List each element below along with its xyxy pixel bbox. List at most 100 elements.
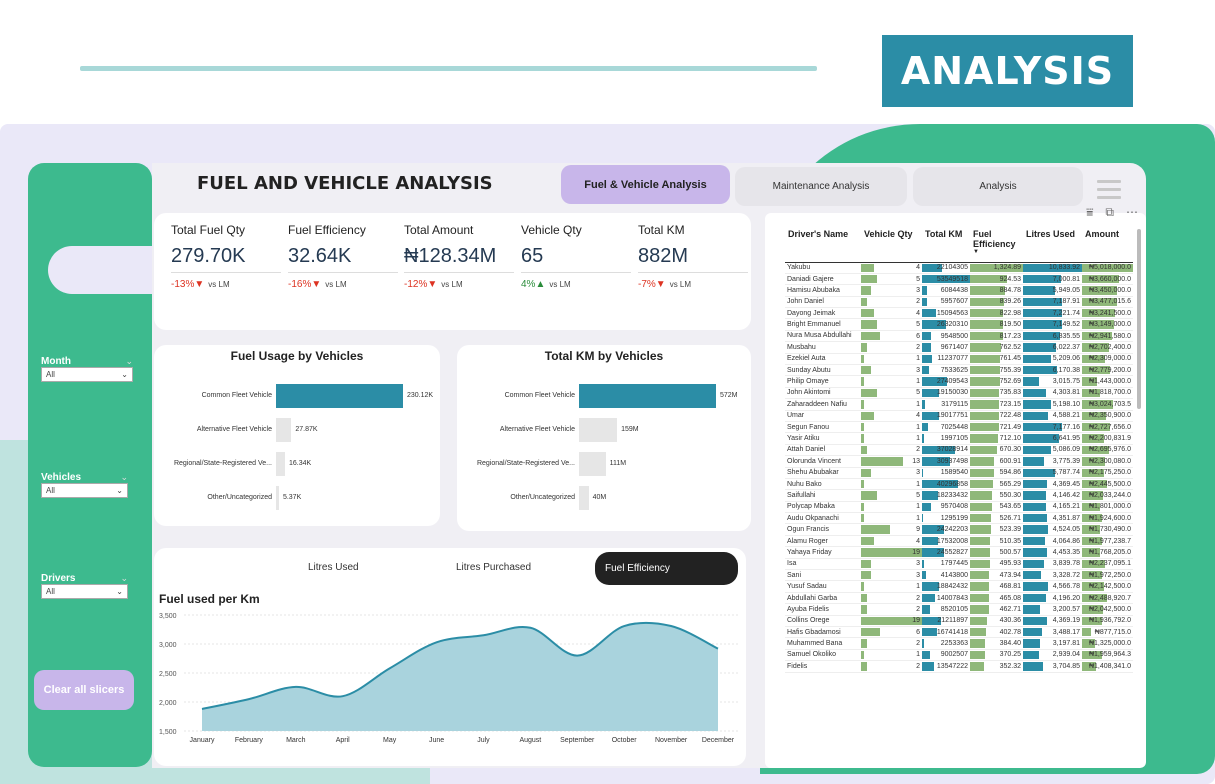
bar[interactable]: [276, 384, 403, 408]
table-row[interactable]: Muhammed Bana 2 2253363 384.40 3,197.81 ₦1,32…: [785, 637, 1133, 650]
menu-icon[interactable]: [1097, 180, 1121, 204]
bar[interactable]: [579, 418, 618, 442]
cell-value: 565.29: [999, 480, 1021, 488]
cell-value: 4,196.20: [1052, 594, 1080, 602]
table-cell: 3,197.81: [1023, 637, 1082, 650]
table-cell: Alamu Roger: [785, 535, 861, 548]
table-row[interactable]: Segun Fanou 1 7025448 721.49 7,177.16 ₦2,727,…: [785, 421, 1133, 434]
column-header[interactable]: Amount: [1082, 227, 1133, 263]
bar[interactable]: [276, 452, 286, 476]
table-row[interactable]: Isa 3 1797445 495.93 3,839.78 ₦2,237,095.1: [785, 558, 1133, 571]
column-header[interactable]: Fuel Efficiency ▼: [970, 227, 1023, 263]
table-cell: Musbahu: [785, 341, 861, 354]
table-cell: 1295199: [922, 512, 970, 525]
table-cell: 4: [861, 535, 922, 548]
bar[interactable]: [579, 452, 606, 476]
column-header[interactable]: Driver's Name: [785, 227, 861, 263]
table-cell: ₦3,477,015.6: [1082, 296, 1133, 309]
table-row[interactable]: Hafis Gbadamosi 6 16741418 402.78 3,488.17 ₦8…: [785, 626, 1133, 639]
cell-value: 11237077: [937, 355, 968, 363]
cell-value: ₦2,941,580.0: [1088, 332, 1131, 340]
table-cell: ₦2,779,200.0: [1082, 364, 1133, 377]
drivers-dropdown[interactable]: All ⌄: [41, 584, 128, 599]
table-cell: ₦1,443,000.0: [1082, 375, 1133, 388]
cell-value: 3,488.17: [1052, 628, 1080, 636]
table-row[interactable]: Daniadi Gajere 5 53549518 924.53 7,000.81 ₦3,…: [785, 273, 1133, 286]
table-cell: 27409543: [922, 375, 970, 388]
more-icon[interactable]: ⋯: [1126, 205, 1138, 220]
table-row[interactable]: Yakubu 4 22104305 1,324.89 10,833.92 ₦5,018,0…: [785, 262, 1133, 274]
table-row[interactable]: Attah Daniel 2 37028914 670.30 5,086.09 ₦2,69…: [785, 444, 1133, 457]
cell-value: ₦1,959,964.3: [1088, 651, 1131, 659]
table-row[interactable]: Fidelis 2 13547222 352.32 3,704.85 ₦1,408,341…: [785, 660, 1133, 673]
table-row[interactable]: Sani 3 4143800 473.94 3,328.72 ₦1,972,250.0: [785, 569, 1133, 582]
table-row[interactable]: Ayuba Fidelis 2 8520105 462.71 3,200.57 ₦2,04…: [785, 603, 1133, 616]
column-header[interactable]: Litres Used: [1023, 227, 1082, 263]
column-header[interactable]: Vehicle Qty: [861, 227, 922, 263]
table-row[interactable]: Collins Orege 19 21211897 430.36 4,369.19 ₦1,…: [785, 615, 1133, 628]
table-cell: 468.81: [970, 580, 1023, 593]
table-row[interactable]: Alamu Roger 4 17532008 510.35 4,064.86 ₦1,977…: [785, 535, 1133, 548]
table-cell: Philip Omaye: [785, 375, 861, 388]
clear-slicers-button[interactable]: Clear all slicers: [34, 670, 134, 710]
table-row[interactable]: Yusuf Sadau 1 18842432 468.81 4,566.78 ₦2,142…: [785, 580, 1133, 593]
table-row[interactable]: Ezekiel Auta 1 11237077 761.45 5,209.06 ₦2,30…: [785, 353, 1133, 366]
table-cell: 384.40: [970, 637, 1023, 650]
month-dropdown[interactable]: All ⌄: [41, 367, 133, 382]
chevron-down-icon[interactable]: ⌄: [120, 472, 128, 483]
table-row[interactable]: Philip Omaye 1 27409543 752.69 3,015.75 ₦1,44…: [785, 375, 1133, 388]
table-cell: Yusuf Sadau: [785, 580, 861, 593]
area-fill: [202, 622, 718, 731]
column-header[interactable]: Total KM: [922, 227, 970, 263]
table-row[interactable]: Nuhu Bako 1 40296858 565.29 4,369.45 ₦2,445,5…: [785, 478, 1133, 491]
table-row[interactable]: John Daniel 2 5957607 839.26 7,187.91 ₦3,477,…: [785, 296, 1133, 309]
table-row[interactable]: Hamisu Abubaka 3 6084438 884.78 5,949.05 ₦3,4…: [785, 284, 1133, 297]
table-row[interactable]: Polycap Mbaka 1 9570408 543.65 4,165.21 ₦1,80…: [785, 501, 1133, 514]
cell-value: 6,022.37: [1052, 343, 1080, 351]
bar[interactable]: [579, 384, 716, 408]
chevron-down-icon[interactable]: ⌄: [125, 356, 133, 367]
table-cell: 1,324.89: [970, 262, 1023, 274]
table-row[interactable]: Umar 4 19017751 722.48 4,588.21 ₦2,350,900.0: [785, 410, 1133, 422]
cell-value: 40296858: [936, 480, 968, 488]
table-cell: 526.71: [970, 512, 1023, 525]
table-row[interactable]: Musbahu 2 9671407 762.52 6,022.37 ₦2,702,400.…: [785, 341, 1133, 354]
cell-value: 1: [916, 435, 920, 443]
table-row[interactable]: Yahaya Friday 19 24552827 500.57 4,453.35 ₦1,…: [785, 546, 1133, 559]
vehicles-dropdown[interactable]: All ⌄: [41, 483, 128, 498]
cell-value: ₦2,042,500.0: [1088, 605, 1131, 613]
cell-value: 1797445: [940, 560, 968, 568]
table-scrollbar[interactable]: [1137, 229, 1141, 409]
cell-value: 3,775.39: [1052, 457, 1080, 465]
table-row[interactable]: Bright Emmanuel 5 26320310 819.50 7,149.52 ₦3…: [785, 318, 1133, 331]
tab-fuel-vehicle-analysis[interactable]: Fuel & Vehicle Analysis: [561, 165, 730, 204]
data-bar: [922, 514, 924, 523]
bar[interactable]: [276, 418, 292, 442]
table-row[interactable]: Samuel Okoliko 1 9002507 370.25 2,939.04 ₦1,9…: [785, 649, 1133, 662]
table-row[interactable]: Sunday Abutu 3 7533625 755.39 6,170.38 ₦2,779…: [785, 364, 1133, 377]
table-row[interactable]: Shehu Abubakar 3 1589540 594.86 5,787.74 ₦2,1…: [785, 467, 1133, 479]
table-row[interactable]: Yasir Atiku 1 1997105 712.10 6,641.95 ₦2,200,…: [785, 432, 1133, 445]
table-row[interactable]: Zaharaddeen Nafiu 1 3179115 723.15 5,198.10 ₦…: [785, 398, 1133, 411]
bar[interactable]: [579, 486, 589, 510]
bar-category-label: Alternative Fleet Vehicle: [196, 426, 272, 433]
table-row[interactable]: Olorunda Vincent 13 30937498 600.91 3,775.39…: [785, 455, 1133, 468]
expand-icon[interactable]: ⧉: [1105, 205, 1114, 220]
tab-maintenance-analysis[interactable]: Maintenance Analysis: [735, 167, 907, 206]
table-cell: 18233432: [922, 489, 970, 502]
table-row[interactable]: Audu Okpanachi 1 1295199 526.71 4,351.87 ₦1,9…: [785, 512, 1133, 525]
tab-analysis[interactable]: Analysis: [913, 167, 1083, 206]
cell-value: 22104305: [936, 264, 968, 272]
table-row[interactable]: Dayong Jeimak 4 15094563 822.98 7,221.74 ₦3,2…: [785, 307, 1133, 320]
bar[interactable]: [276, 486, 279, 510]
table-row[interactable]: Ogun Francis 9 24242203 523.39 4,524.05 ₦1,73…: [785, 523, 1133, 536]
table-cell: 3: [861, 467, 922, 479]
table-row[interactable]: Saifullahi 5 18233432 550.30 4,146.42 ₦2,033,…: [785, 489, 1133, 502]
table-cell: 4,524.05: [1023, 523, 1082, 536]
table-cell: 5,787.74: [1023, 467, 1082, 479]
table-row[interactable]: John Akintomi 5 19150030 735.83 4,303.81 ₦1,8…: [785, 387, 1133, 400]
table-row[interactable]: Nura Musa Abdullahi 6 9548500 817.23 6,835.5…: [785, 330, 1133, 343]
filter-icon[interactable]: ⩸: [1086, 205, 1093, 220]
chevron-down-icon[interactable]: ⌄: [120, 573, 128, 584]
table-row[interactable]: Abdullahi Garba 2 14007843 465.08 4,196.20 ₦2…: [785, 592, 1133, 605]
